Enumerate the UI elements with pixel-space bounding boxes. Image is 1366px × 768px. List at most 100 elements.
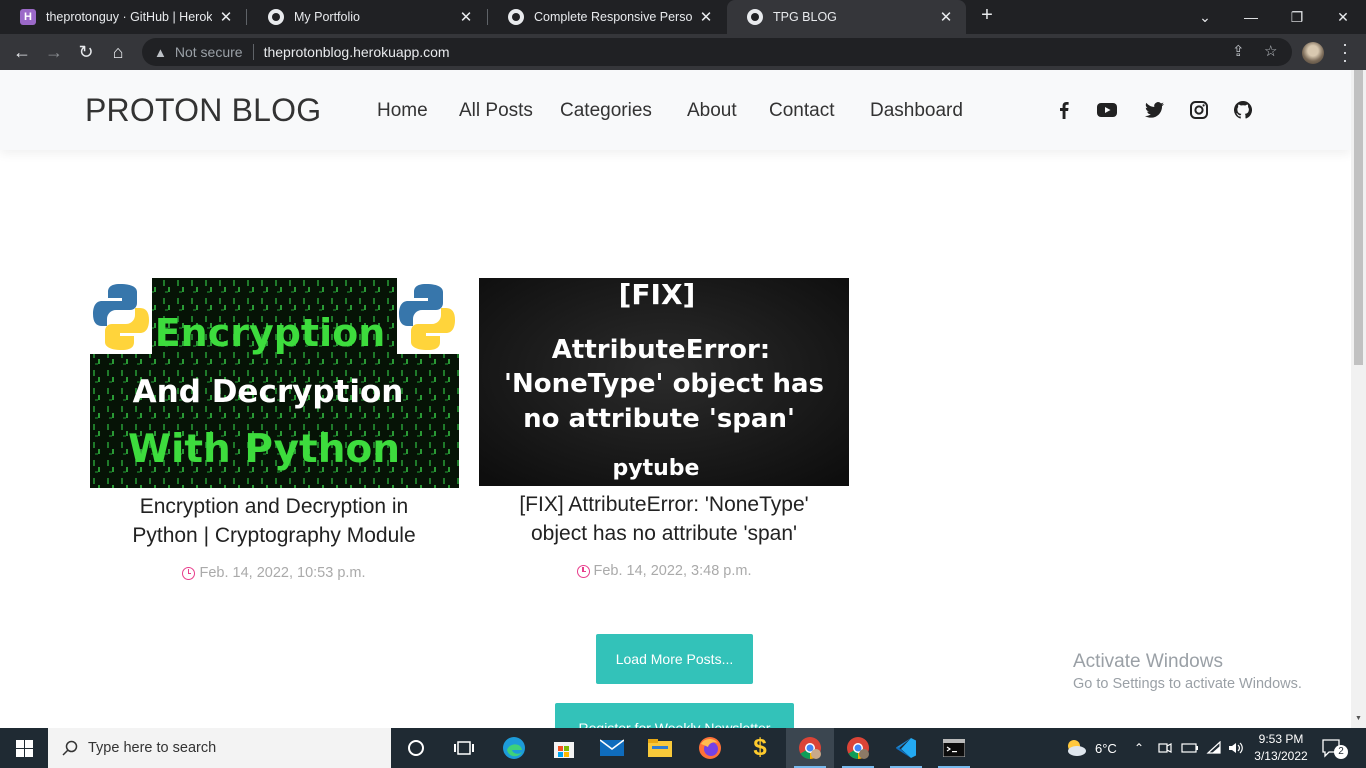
site-header: PROTON BLOG Home All Posts Categories Ab… <box>0 70 1351 150</box>
close-icon[interactable]: ✕ <box>458 8 474 26</box>
close-icon[interactable]: ✕ <box>938 8 954 26</box>
scrollbar-thumb[interactable] <box>1354 70 1363 365</box>
browser-tab-strip: H theprotonguy · GitHub | Heroku ✕ My Po… <box>0 0 1366 34</box>
mail-icon[interactable] <box>588 728 636 768</box>
cortana-icon[interactable] <box>392 728 440 768</box>
chrome-icon[interactable] <box>834 728 882 768</box>
twitter-icon[interactable] <box>1144 100 1164 120</box>
clock-time[interactable]: 9:53 PM <box>1252 731 1310 748</box>
reload-button[interactable]: ↻ <box>73 39 99 65</box>
tab-search-chevron-icon[interactable]: ⌄ <box>1182 0 1228 34</box>
system-clock[interactable]: 9:53 PM 3/13/2022 <box>1252 731 1310 765</box>
nav-categories[interactable]: Categories <box>560 100 652 122</box>
post-title-encryption[interactable]: Encryption and Decryption in Python | Cr… <box>89 492 459 550</box>
instagram-icon[interactable] <box>1189 100 1209 120</box>
post-title-attributeerror[interactable]: [FIX] AttributeError: 'NoneType' object … <box>479 490 849 548</box>
nav-home[interactable]: Home <box>377 100 428 122</box>
home-button[interactable]: ⌂ <box>105 39 131 65</box>
github-icon[interactable] <box>1233 100 1253 120</box>
clock-date[interactable]: 3/13/2022 <box>1252 748 1310 765</box>
close-window-button[interactable]: ✕ <box>1320 0 1366 34</box>
post-title-line[interactable]: Python | Cryptography Module <box>89 521 459 550</box>
start-button[interactable] <box>0 728 48 768</box>
tab-title: Complete Responsive Personal Po <box>534 10 692 24</box>
new-tab-button[interactable]: + <box>976 4 998 30</box>
restore-button[interactable]: ❐ <box>1274 0 1320 34</box>
taskbar-search-box[interactable]: Type here to search <box>48 728 391 768</box>
tab-tpg-blog[interactable]: TPG BLOG ✕ <box>727 0 966 34</box>
share-icon[interactable]: ⇪ <box>1232 42 1245 60</box>
meet-now-icon[interactable] <box>1158 728 1172 768</box>
search-icon <box>62 740 78 756</box>
load-more-posts-button[interactable]: Load More Posts... <box>596 634 753 684</box>
close-icon[interactable]: ✕ <box>698 8 714 26</box>
tab-my-portfolio[interactable]: My Portfolio ✕ <box>248 0 486 34</box>
post-thumbnail-encryption[interactable]: Encryption And Decryption With Python <box>90 278 459 488</box>
thumb-text-line2: And Decryption <box>133 374 404 410</box>
post-date-text: Feb. 14, 2022, 10:53 p.m. <box>199 565 366 581</box>
minimize-button[interactable]: — <box>1228 0 1274 34</box>
nav-dashboard[interactable]: Dashboard <box>870 100 963 122</box>
chrome-profile-icon[interactable] <box>786 728 834 768</box>
profile-avatar[interactable] <box>1302 42 1324 64</box>
notification-center-icon[interactable]: 2 <box>1322 728 1348 768</box>
dollar-app-icon[interactable]: $ <box>736 728 784 768</box>
tab-title: TPG BLOG <box>773 10 837 24</box>
task-view-icon[interactable] <box>440 728 488 768</box>
post-title-line[interactable]: [FIX] AttributeError: 'NoneType' <box>479 490 849 519</box>
thumb-text-line4: no attribute 'span' <box>523 404 795 434</box>
weather-widget[interactable]: 6°C <box>1065 728 1117 768</box>
battery-icon[interactable] <box>1181 728 1199 768</box>
weather-temp[interactable]: 6°C <box>1095 741 1117 756</box>
terminal-icon[interactable] <box>930 728 978 768</box>
tab-title: My Portfolio <box>294 10 360 24</box>
watermark-subtitle: Go to Settings to activate Windows. <box>1073 676 1302 692</box>
post-date-text: Feb. 14, 2022, 3:48 p.m. <box>593 563 752 579</box>
security-label[interactable]: Not secure <box>175 44 243 60</box>
nav-all-posts[interactable]: All Posts <box>459 100 533 122</box>
microsoft-store-icon[interactable] <box>540 728 588 768</box>
register-newsletter-button[interactable]: Register for Weekly Newsletter <box>555 703 794 728</box>
tab-responsive-portfolio[interactable]: Complete Responsive Personal Po ✕ <box>488 0 726 34</box>
thumb-text-line3: 'NoneType' object has <box>504 369 824 399</box>
address-bar[interactable]: ▲ Not secure theprotonblog.herokuapp.com <box>142 38 1292 66</box>
notification-count-badge: 2 <box>1334 745 1348 759</box>
url-text[interactable]: theprotonblog.herokuapp.com <box>264 44 450 60</box>
page-scrollbar[interactable]: ▲ ▼ <box>1351 70 1366 728</box>
wifi-icon[interactable] <box>1206 728 1222 768</box>
volume-icon[interactable] <box>1228 728 1246 768</box>
tab-github-heroku[interactable]: H theprotonguy · GitHub | Heroku ✕ <box>0 0 246 34</box>
bookmark-star-icon[interactable]: ☆ <box>1264 42 1277 60</box>
post-title-line[interactable]: object has no attribute 'span' <box>479 519 849 548</box>
tab-title: theprotonguy · GitHub | Heroku <box>46 10 212 24</box>
post-title-line[interactable]: Encryption and Decryption in <box>89 492 459 521</box>
post-date-attributeerror: Feb. 14, 2022, 3:48 p.m. <box>479 563 849 579</box>
post-date-encryption: Feb. 14, 2022, 10:53 p.m. <box>89 565 459 581</box>
show-hidden-icons-chevron-icon[interactable]: ⌃ <box>1134 728 1144 768</box>
vscode-icon[interactable] <box>882 728 930 768</box>
warning-icon[interactable]: ▲ <box>154 45 167 60</box>
thumb-text-line3: With Python <box>128 427 400 472</box>
tab-separator <box>246 9 247 25</box>
windows-logo-icon <box>15 739 33 757</box>
close-icon[interactable]: ✕ <box>218 8 234 26</box>
forward-button[interactable]: → <box>41 39 67 65</box>
nav-about[interactable]: About <box>687 100 737 122</box>
taskbar-search-placeholder[interactable]: Type here to search <box>88 740 216 756</box>
scroll-down-icon[interactable]: ▼ <box>1354 715 1363 722</box>
file-explorer-icon[interactable] <box>636 728 684 768</box>
firefox-icon[interactable] <box>686 728 734 768</box>
thumb-text-line2: AttributeError: <box>552 335 770 365</box>
clock-icon <box>182 566 196 580</box>
site-brand[interactable]: PROTON BLOG <box>85 92 321 129</box>
fix-thumbnail-art: [FIX] AttributeError: 'NoneType' object … <box>479 278 849 486</box>
facebook-icon[interactable] <box>1054 100 1074 120</box>
globe-icon <box>508 9 524 25</box>
youtube-icon[interactable] <box>1097 100 1117 120</box>
back-button[interactable]: ← <box>9 39 35 65</box>
matrix-background: Encryption And Decryption With Python <box>90 278 459 488</box>
nav-contact[interactable]: Contact <box>769 100 834 122</box>
edge-icon[interactable] <box>490 728 538 768</box>
browser-menu-icon[interactable]: · · · <box>1339 35 1351 69</box>
post-thumbnail-attributeerror[interactable]: [FIX] AttributeError: 'NoneType' object … <box>479 278 849 486</box>
